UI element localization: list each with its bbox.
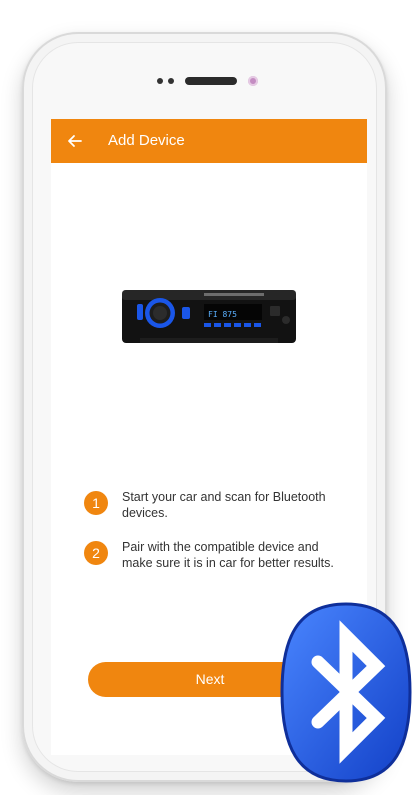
step-text: Start your car and scan for Bluetooth de… <box>122 490 326 520</box>
step-number-badge: 2 <box>84 541 108 565</box>
earpiece-speaker <box>185 77 237 85</box>
arrow-left-icon[interactable] <box>65 131 85 151</box>
step-number-badge: 1 <box>84 491 108 515</box>
front-camera <box>248 76 258 86</box>
app-bar: Add Device <box>51 119 367 163</box>
bluetooth-icon <box>280 602 412 783</box>
stereo-display-text: FI 875 <box>208 310 237 319</box>
sensor-dot <box>168 78 174 84</box>
step-text: Pair with the compatible device and make… <box>122 540 334 570</box>
sensor-dot <box>157 78 163 84</box>
page-title: Add Device <box>108 132 185 149</box>
car-stereo-image: FI 875 <box>122 290 296 343</box>
